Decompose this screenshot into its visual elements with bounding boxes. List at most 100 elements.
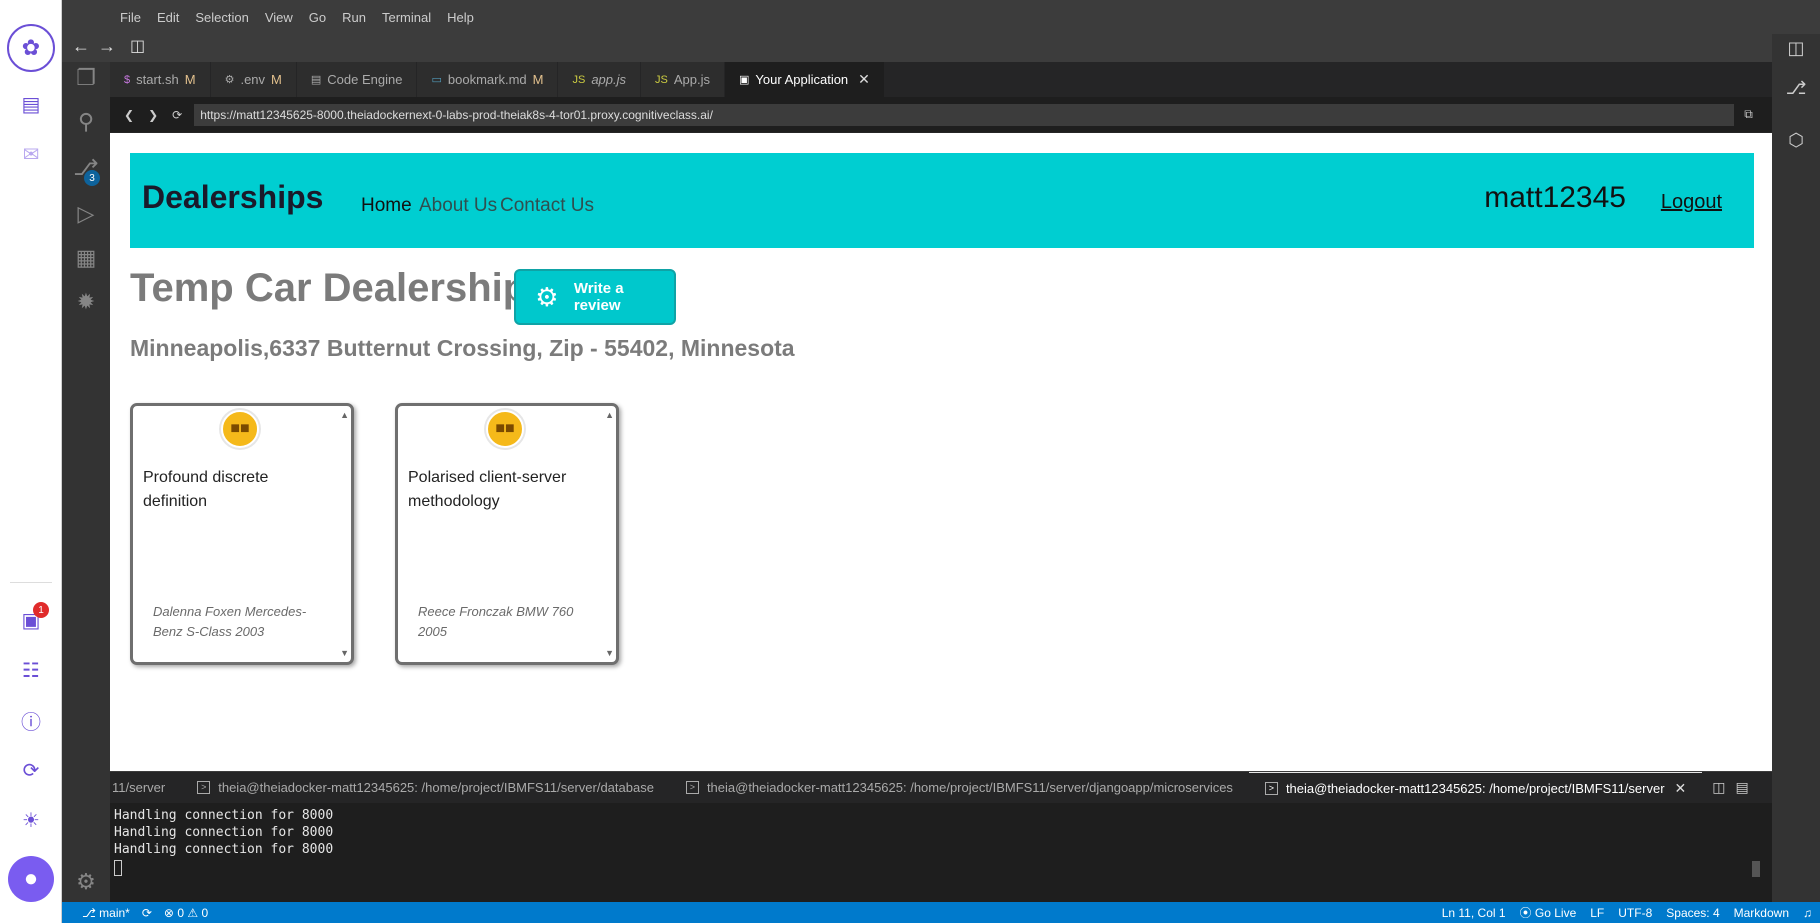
menu-view[interactable]: View [265, 10, 293, 25]
terminal-tab[interactable]: 11/server [110, 772, 181, 804]
document-icon[interactable]: ▤ [11, 84, 51, 124]
file-type-icon: ⚙ [224, 74, 235, 86]
theme-toggle-icon[interactable]: ☀ [11, 800, 51, 840]
terminal-tab-label: theia@theiadocker-matt12345625: /home/pr… [1285, 780, 1665, 796]
dealer-name: Temp Car Dealership [130, 266, 528, 310]
editor-tab[interactable]: ⚙ .env M [210, 62, 297, 97]
problems-status[interactable]: ⊗ 0 ⚠ 0 [164, 906, 208, 920]
title-toolbar: ← → ◫ [62, 34, 1820, 62]
status-right: Ln 11, Col 1 ⦿ Go Live LF UTF-8 Spaces: … [1428, 902, 1812, 923]
terminal-tab-bar: 11/server > theia@theiadocker-matt1234562… [110, 771, 1772, 803]
editor-tab[interactable]: $ start.sh M [110, 62, 211, 97]
close-icon[interactable]: ✕ [1675, 780, 1687, 797]
logout-link[interactable]: Logout [1661, 191, 1722, 214]
editor-tab[interactable]: ▣ Your Application ✕ [725, 62, 885, 97]
inbox-icon[interactable]: ▣ 1 [11, 600, 51, 640]
site-brand[interactable]: Dealerships [142, 179, 323, 216]
help-icon[interactable]: ⓘ [11, 700, 51, 740]
file-type-icon: ▣ [739, 74, 750, 86]
extensions-icon[interactable]: ▦ [72, 244, 100, 272]
run-debug-icon[interactable]: ▷ [72, 200, 100, 228]
back-chevron-icon[interactable]: ❮ [124, 108, 134, 122]
language-mode[interactable]: Markdown [1734, 906, 1789, 920]
nav-contact-us[interactable]: Contact Us [500, 195, 594, 217]
review-people-icon: ⚙ [535, 281, 559, 312]
split-terminal-icon[interactable]: ◫ [1712, 779, 1725, 796]
settings-gear-icon[interactable]: ⚙ [72, 868, 100, 896]
forward-arrow-icon[interactable]: → [98, 36, 116, 57]
menu-go[interactable]: Go [309, 10, 326, 25]
terminal-scrollbar[interactable] [1752, 861, 1760, 877]
back-arrow-icon[interactable]: ← [72, 36, 90, 57]
close-icon[interactable]: ✕ [858, 71, 870, 88]
editor-tab-label: .env [240, 72, 266, 87]
review-car-info: Reece Fronczak BMW 760 2005 [418, 604, 574, 639]
open-external-icon[interactable]: ⧉ [1744, 107, 1753, 122]
url-input[interactable]: https://matt12345625-8000.theiadockernex… [194, 103, 1735, 126]
eol-status[interactable]: LF [1590, 906, 1604, 920]
review-card: ■■ ▲ Polarised client-server methodology… [395, 403, 619, 665]
menu-terminal[interactable]: Terminal [382, 10, 431, 25]
editor-tab[interactable]: ▭ bookmark.md M [417, 62, 559, 97]
forward-chevron-icon[interactable]: ❯ [148, 108, 158, 122]
maximize-panel-icon[interactable]: ▤ [1736, 779, 1749, 796]
site-username: matt12345 [1484, 181, 1626, 214]
encoding-status[interactable]: UTF-8 [1618, 906, 1652, 920]
terminal-line: Handling connection for 8000 [114, 842, 334, 857]
scm-badge: 3 [84, 170, 100, 186]
toggle-sidebar-icon[interactable]: ◫ [130, 36, 145, 56]
newspaper-icon[interactable]: ☷ [11, 650, 51, 690]
secondary-side-bar: ◫ ⎇ ⬡ [1772, 34, 1820, 902]
nav-about-us[interactable]: About Us [419, 195, 497, 217]
scroll-down-icon[interactable]: ▼ [340, 648, 349, 658]
user-avatar[interactable]: ● [8, 856, 54, 902]
outer-sidebar: ✿ ▤ ✉ ▣ 1 ☷ ⓘ ⟳ ☀ ● [0, 0, 62, 923]
scroll-up-icon[interactable]: ▲ [605, 410, 614, 420]
site-navbar: Dealerships Home About Us Contact Us mat… [130, 153, 1754, 248]
editor-tab-label: app.js [591, 72, 627, 87]
inbox-badge: 1 [33, 602, 49, 618]
file-type-icon: ▭ [431, 74, 442, 86]
tree-logo-icon[interactable]: ✿ [7, 24, 55, 72]
terminal-tab[interactable]: > theia@theiadocker-matt12345625: /home/p… [670, 772, 1249, 804]
terminal-tab[interactable]: > theia@theiadocker-matt12345625: /home/p… [181, 772, 670, 804]
go-live-button[interactable]: ⦿ Go Live [1520, 904, 1577, 921]
app-preview: Dealerships Home About Us Contact Us mat… [110, 133, 1772, 771]
editor-tab[interactable]: ▤ Code Engine [296, 62, 418, 97]
menu-help[interactable]: Help [447, 10, 474, 25]
cursor-position[interactable]: Ln 11, Col 1 [1442, 906, 1506, 920]
file-type-icon: ▤ [310, 74, 322, 86]
sync-icon[interactable]: ⟳ [142, 906, 152, 920]
branch-status[interactable]: ⎇ main* [82, 906, 130, 920]
review-car-info: Dalenna Foxen Mercedes-Benz S-Class 2003 [153, 604, 307, 639]
hierarchy-icon[interactable]: ⎇ [1784, 76, 1808, 100]
terminal-tab-active[interactable]: > theia@theiadocker-matt12345625: /home/p… [1248, 771, 1703, 804]
modified-indicator: M [532, 72, 544, 87]
explorer-icon[interactable]: ❐ [72, 64, 100, 92]
branch-name: main* [99, 905, 130, 920]
warning-count: 0 [201, 905, 209, 920]
hex-icon[interactable]: ⬡ [1784, 128, 1808, 152]
scroll-down-icon[interactable]: ▼ [605, 648, 614, 658]
terminal-icon[interactable]: ◫ [1784, 36, 1808, 60]
file-type-icon: $ [124, 73, 131, 86]
notifications-bell-icon[interactable]: ♫ [1803, 906, 1812, 920]
reload-icon[interactable]: ⟳ [172, 108, 182, 122]
search-icon[interactable]: ⚲ [72, 108, 100, 136]
nav-home[interactable]: Home [361, 195, 412, 217]
menu-file[interactable]: File [120, 10, 141, 25]
menu-selection[interactable]: Selection [195, 10, 248, 25]
refresh-icon[interactable]: ⟳ [11, 750, 51, 790]
menu-edit[interactable]: Edit [157, 10, 179, 25]
scroll-up-icon[interactable]: ▲ [340, 410, 349, 420]
indent-status[interactable]: Spaces: 4 [1666, 906, 1719, 920]
editor-tab[interactable]: JS app.js [558, 62, 642, 97]
chat-icon[interactable]: ✉ [11, 134, 51, 174]
menu-run[interactable]: Run [342, 10, 366, 25]
go-live-label: Go Live [1534, 906, 1577, 920]
editor-tab[interactable]: JS App.js [641, 62, 725, 97]
skills-network-icon[interactable]: ✹ [72, 288, 100, 316]
review-text: Polarised client-server methodology [408, 469, 567, 510]
write-review-button[interactable]: ⚙ Write a review [514, 269, 676, 325]
terminal-output[interactable]: Handling connection for 8000 Handling co… [110, 803, 1772, 902]
